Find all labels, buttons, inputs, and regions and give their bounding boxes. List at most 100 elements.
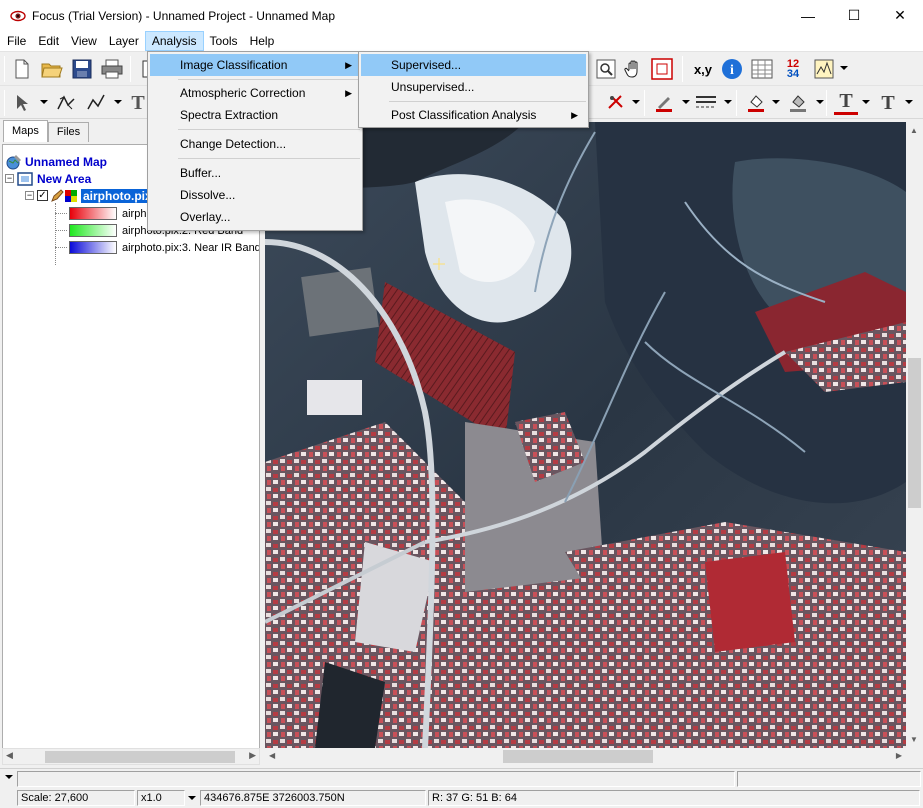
tree-item-layer[interactable]: − ✓ airphoto.pix [25, 187, 154, 204]
tree-layer-label: airphoto.pix [81, 188, 154, 203]
menu-item-buffer[interactable]: Buffer... [150, 162, 360, 184]
fill-style-dropdown-icon[interactable] [816, 100, 824, 104]
tree-horizontal-scrollbar[interactable]: ◀ ▶ [2, 748, 260, 765]
tree-item-area[interactable]: − New Area [5, 170, 91, 187]
maximize-button[interactable]: ☐ [831, 0, 877, 31]
area-frame-icon [17, 171, 33, 186]
line-style-icon[interactable] [694, 91, 718, 115]
polyline-dropdown-icon[interactable] [114, 100, 122, 104]
band-3-color-swatch [69, 241, 117, 254]
fill-color-dropdown-icon[interactable] [772, 100, 780, 104]
menu-help[interactable]: Help [244, 31, 281, 51]
tab-maps[interactable]: Maps [3, 120, 48, 142]
menu-item-spectra-extraction[interactable]: Spectra Extraction [150, 104, 360, 126]
analysis-menu: Image Classification ▶ Atmospheric Corre… [147, 51, 363, 231]
line-color-icon[interactable] [652, 91, 676, 115]
svg-text:i: i [730, 63, 734, 78]
coordinates-icon[interactable]: x,y [690, 57, 716, 81]
numbers-icon[interactable]: 12 34 [781, 57, 805, 81]
symbol-dropdown-icon[interactable] [632, 100, 640, 104]
pan-hand-icon[interactable] [622, 57, 646, 81]
table-icon[interactable] [750, 57, 774, 81]
collapse-area-icon[interactable]: − [5, 174, 14, 183]
map-tree: Unnamed Map − New Area − ✓ airphoto.pix … [2, 144, 260, 750]
band-3-label: airphoto.pix:3. Near IR Band [122, 241, 260, 254]
new-file-icon[interactable] [10, 57, 34, 81]
text-style-icon[interactable]: T [876, 91, 900, 115]
text-color-icon[interactable]: T [834, 90, 858, 115]
pencil-icon [51, 188, 64, 202]
raster-layer-icon [65, 189, 77, 202]
close-button[interactable]: ✕ [877, 0, 923, 31]
menu-item-image-classification[interactable]: Image Classification ▶ [150, 54, 360, 76]
map-horizontal-scrollbar[interactable]: ◀ ▶ [265, 748, 906, 765]
line-style-dropdown-icon[interactable] [724, 100, 732, 104]
select-arrow-icon[interactable] [10, 91, 34, 115]
menu-view[interactable]: View [65, 31, 103, 51]
select-dropdown-icon[interactable] [40, 100, 48, 104]
eye-app-icon [10, 10, 26, 21]
zoom-extent-icon[interactable] [594, 57, 618, 81]
coordinates-readout: 434676.875E 3726003.750N [200, 790, 426, 806]
submenu-arrow-icon: ▶ [345, 60, 352, 70]
minimize-button[interactable]: — [785, 0, 831, 31]
polyline-icon[interactable] [84, 91, 108, 115]
menu-item-atmospheric-correction[interactable]: Atmospheric Correction ▶ [150, 82, 360, 104]
map-scroll-left-icon[interactable]: ◀ [269, 751, 275, 760]
info-bar [0, 768, 923, 788]
map-vscroll-thumb[interactable] [908, 358, 921, 508]
tree-area-label: New Area [37, 171, 92, 186]
status-bar: Scale: 27,600 x1.0 434676.875E 3726003.7… [0, 788, 923, 808]
info-dropdown-icon[interactable] [5, 775, 13, 779]
coord-dropdown-icon[interactable] [188, 796, 196, 800]
map-vertical-scrollbar[interactable]: ▲ ▼ [906, 122, 923, 748]
menu-tools[interactable]: Tools [204, 31, 244, 51]
menu-file[interactable]: File [1, 31, 32, 51]
band-1-color-swatch [69, 207, 117, 220]
scroll-right-icon[interactable]: ▶ [249, 750, 256, 761]
map-hscroll-thumb[interactable] [503, 750, 653, 763]
menu-item-supervised[interactable]: Supervised... [361, 54, 586, 76]
title-bar: Focus (Trial Version) - Unnamed Project … [0, 0, 923, 31]
fill-style-icon[interactable] [786, 91, 810, 115]
menu-item-dissolve[interactable]: Dissolve... [150, 184, 360, 206]
menu-item-unsupervised[interactable]: Unsupervised... [361, 76, 586, 98]
menu-item-overlay[interactable]: Overlay... [150, 206, 360, 228]
histogram-icon[interactable] [812, 57, 836, 81]
scale-readout: Scale: 27,600 [17, 790, 135, 806]
tree-scroll-thumb[interactable] [45, 751, 235, 763]
fill-color-icon[interactable] [744, 91, 768, 115]
menu-edit[interactable]: Edit [32, 31, 65, 51]
menu-bar: File Edit View Layer Analysis Tools Help [0, 31, 923, 51]
tree-map-label: Unnamed Map [25, 154, 108, 169]
menu-analysis[interactable]: Analysis [144, 31, 204, 51]
layer-visibility-checkbox[interactable]: ✓ [37, 190, 48, 201]
collapse-layer-icon[interactable]: − [25, 191, 34, 200]
open-folder-icon[interactable] [40, 57, 64, 81]
window-title: Focus (Trial Version) - Unnamed Project … [32, 8, 335, 23]
symbol-pen-icon[interactable] [604, 91, 628, 115]
zoom-box-icon[interactable] [650, 57, 674, 81]
info-icon[interactable]: i [720, 57, 744, 81]
menu-item-post-classification-analysis[interactable]: Post Classification Analysis ▶ [361, 104, 586, 126]
submenu-arrow-icon: ▶ [571, 110, 578, 120]
text-style-dropdown-icon[interactable] [905, 100, 913, 104]
vertex-edit-icon[interactable] [54, 91, 78, 115]
menu-layer[interactable]: Layer [103, 31, 145, 51]
scroll-up-icon[interactable]: ▲ [910, 126, 918, 135]
tab-files[interactable]: Files [47, 122, 90, 142]
tree-item-band-3[interactable]: airphoto.pix:3. Near IR Band [55, 239, 260, 256]
scroll-down-icon[interactable]: ▼ [910, 735, 918, 744]
zoom-readout: x1.0 [137, 790, 185, 806]
line-color-dropdown-icon[interactable] [682, 100, 690, 104]
print-icon[interactable] [100, 57, 124, 81]
tree-item-map[interactable]: Unnamed Map [5, 153, 107, 170]
band-2-color-swatch [69, 224, 117, 237]
map-scroll-right-icon[interactable]: ▶ [896, 751, 902, 760]
save-icon[interactable] [70, 57, 94, 81]
histogram-dropdown-icon[interactable] [840, 66, 848, 70]
text-color-dropdown-icon[interactable] [862, 100, 870, 104]
menu-item-change-detection[interactable]: Change Detection... [150, 133, 360, 155]
scroll-left-icon[interactable]: ◀ [6, 750, 13, 761]
map-icon [6, 154, 21, 169]
